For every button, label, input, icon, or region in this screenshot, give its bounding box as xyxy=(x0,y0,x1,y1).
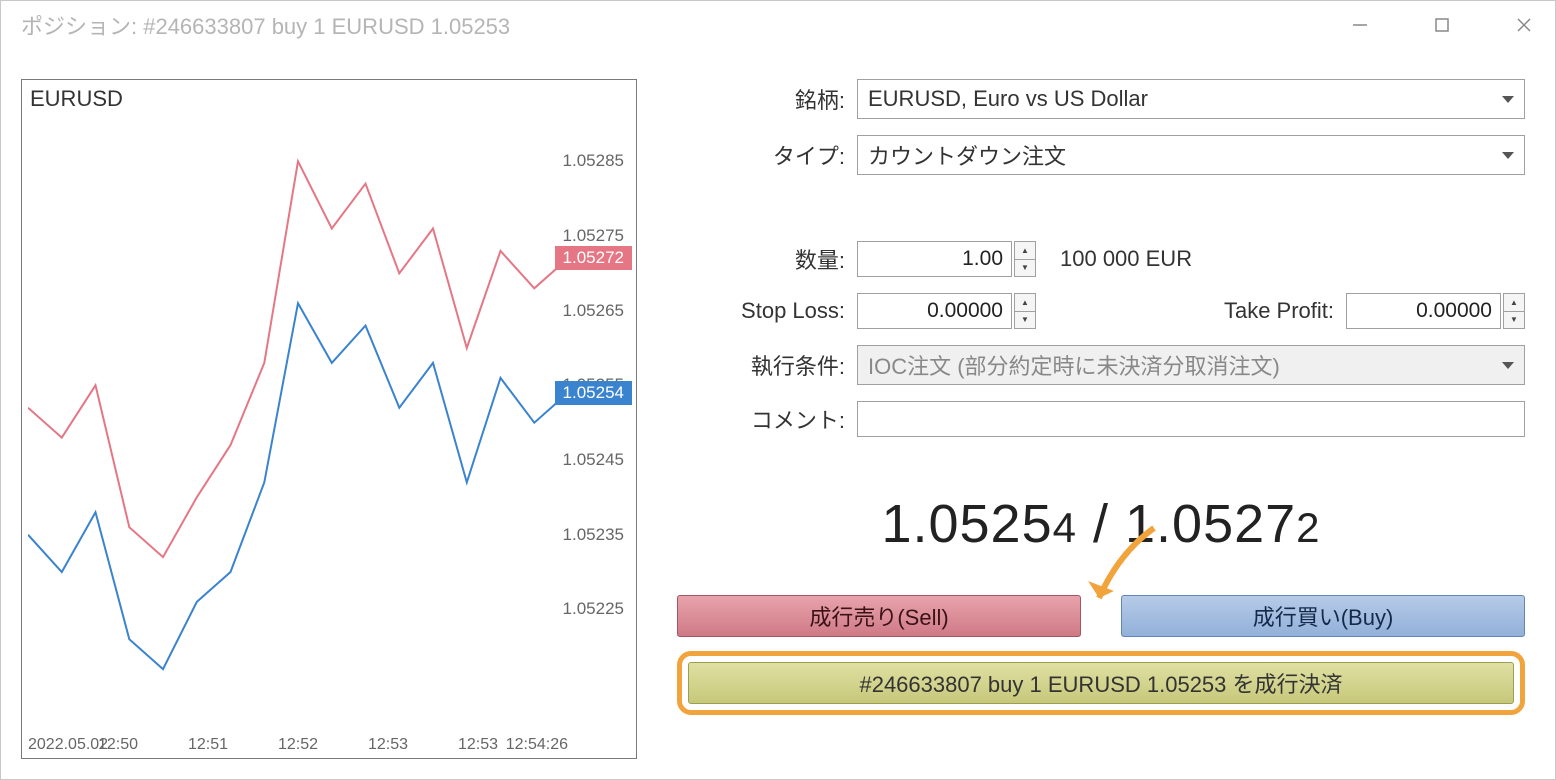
order-window: ポジション: #246633807 buy 1 EURUSD 1.05253 E… xyxy=(0,0,1556,780)
spinner-up-icon[interactable]: ▲ xyxy=(1015,294,1035,312)
symbol-label: 銘柄: xyxy=(677,83,857,115)
window-title: ポジション: #246633807 buy 1 EURUSD 1.05253 xyxy=(21,9,510,41)
order-form: 銘柄: EURUSD, Euro vs US Dollar タイプ: カウントダ… xyxy=(677,79,1525,759)
takeprofit-label: Take Profit: xyxy=(1036,298,1346,324)
volume-input[interactable] xyxy=(857,241,1012,277)
xtick: 12:51 xyxy=(188,736,228,754)
fillpolicy-value: IOC注文 (部分約定時に未決済分取消注文) xyxy=(868,349,1280,381)
tick-chart: EURUSD 1.052851.052751.052651.052551.052… xyxy=(21,79,637,759)
stoploss-label: Stop Loss: xyxy=(677,298,857,324)
ytick: 1.05225 xyxy=(563,599,624,619)
buy-button[interactable]: 成行買い(Buy) xyxy=(1121,595,1525,637)
titlebar: ポジション: #246633807 buy 1 EURUSD 1.05253 xyxy=(1,1,1555,49)
annotation-arrow-icon xyxy=(1084,523,1164,613)
minimize-button[interactable] xyxy=(1349,14,1371,36)
ask-price-tag: 1.05272 xyxy=(555,246,632,270)
chevron-down-icon xyxy=(1502,362,1514,369)
type-select[interactable]: カウントダウン注文 xyxy=(857,135,1525,175)
maximize-button[interactable] xyxy=(1431,14,1453,36)
close-window-button[interactable] xyxy=(1513,14,1535,36)
ask-last: 2 xyxy=(1296,504,1320,551)
spinner-up-icon[interactable]: ▲ xyxy=(1504,294,1524,312)
takeprofit-input[interactable] xyxy=(1346,293,1501,329)
symbol-select[interactable]: EURUSD, Euro vs US Dollar xyxy=(857,79,1525,119)
symbol-value: EURUSD, Euro vs US Dollar xyxy=(868,86,1148,112)
xtick: 12:54:26 xyxy=(506,736,568,754)
sell-button[interactable]: 成行売り(Sell) xyxy=(677,595,1081,637)
xtick: 12:53 xyxy=(458,736,498,754)
comment-label: コメント: xyxy=(677,403,857,435)
ytick: 1.05265 xyxy=(563,301,624,321)
volume-spinner[interactable]: ▲ ▼ xyxy=(1014,241,1036,277)
xtick: 12:52 xyxy=(278,736,318,754)
spinner-down-icon[interactable]: ▼ xyxy=(1015,312,1035,329)
fillpolicy-select: IOC注文 (部分約定時に未決済分取消注文) xyxy=(857,345,1525,385)
ytick: 1.05285 xyxy=(563,151,624,171)
chart-lines xyxy=(28,94,568,714)
spinner-down-icon[interactable]: ▼ xyxy=(1504,312,1524,329)
bid-price-tag: 1.05254 xyxy=(555,381,632,405)
ytick: 1.05245 xyxy=(563,450,624,470)
chevron-down-icon xyxy=(1502,96,1514,103)
window-controls xyxy=(1349,14,1535,36)
ytick: 1.05235 xyxy=(563,525,624,545)
volume-note: 100 000 EUR xyxy=(1060,246,1192,272)
xtick: 12:50 xyxy=(98,736,138,754)
takeprofit-spinner[interactable]: ▲ ▼ xyxy=(1503,293,1525,329)
comment-input[interactable] xyxy=(857,401,1525,437)
stoploss-spinner[interactable]: ▲ ▼ xyxy=(1014,293,1036,329)
close-position-button[interactable]: #246633807 buy 1 EURUSD 1.05253 を成行決済 xyxy=(688,662,1514,704)
xtick: 12:53 xyxy=(368,736,408,754)
type-label: タイプ: xyxy=(677,139,857,171)
fillpolicy-label: 執行条件: xyxy=(677,349,857,381)
volume-label: 数量: xyxy=(677,243,857,275)
ytick: 1.05275 xyxy=(563,226,624,246)
stoploss-input[interactable] xyxy=(857,293,1012,329)
xtick: 2022.05.02 xyxy=(28,736,108,754)
spinner-up-icon[interactable]: ▲ xyxy=(1015,242,1035,260)
bid-main: 1.0525 xyxy=(881,494,1052,554)
bid-last: 4 xyxy=(1053,504,1077,551)
chevron-down-icon xyxy=(1502,152,1514,159)
close-position-highlight: #246633807 buy 1 EURUSD 1.05253 を成行決済 xyxy=(677,651,1525,715)
spinner-down-icon[interactable]: ▼ xyxy=(1015,260,1035,277)
type-value: カウントダウン注文 xyxy=(868,139,1066,171)
